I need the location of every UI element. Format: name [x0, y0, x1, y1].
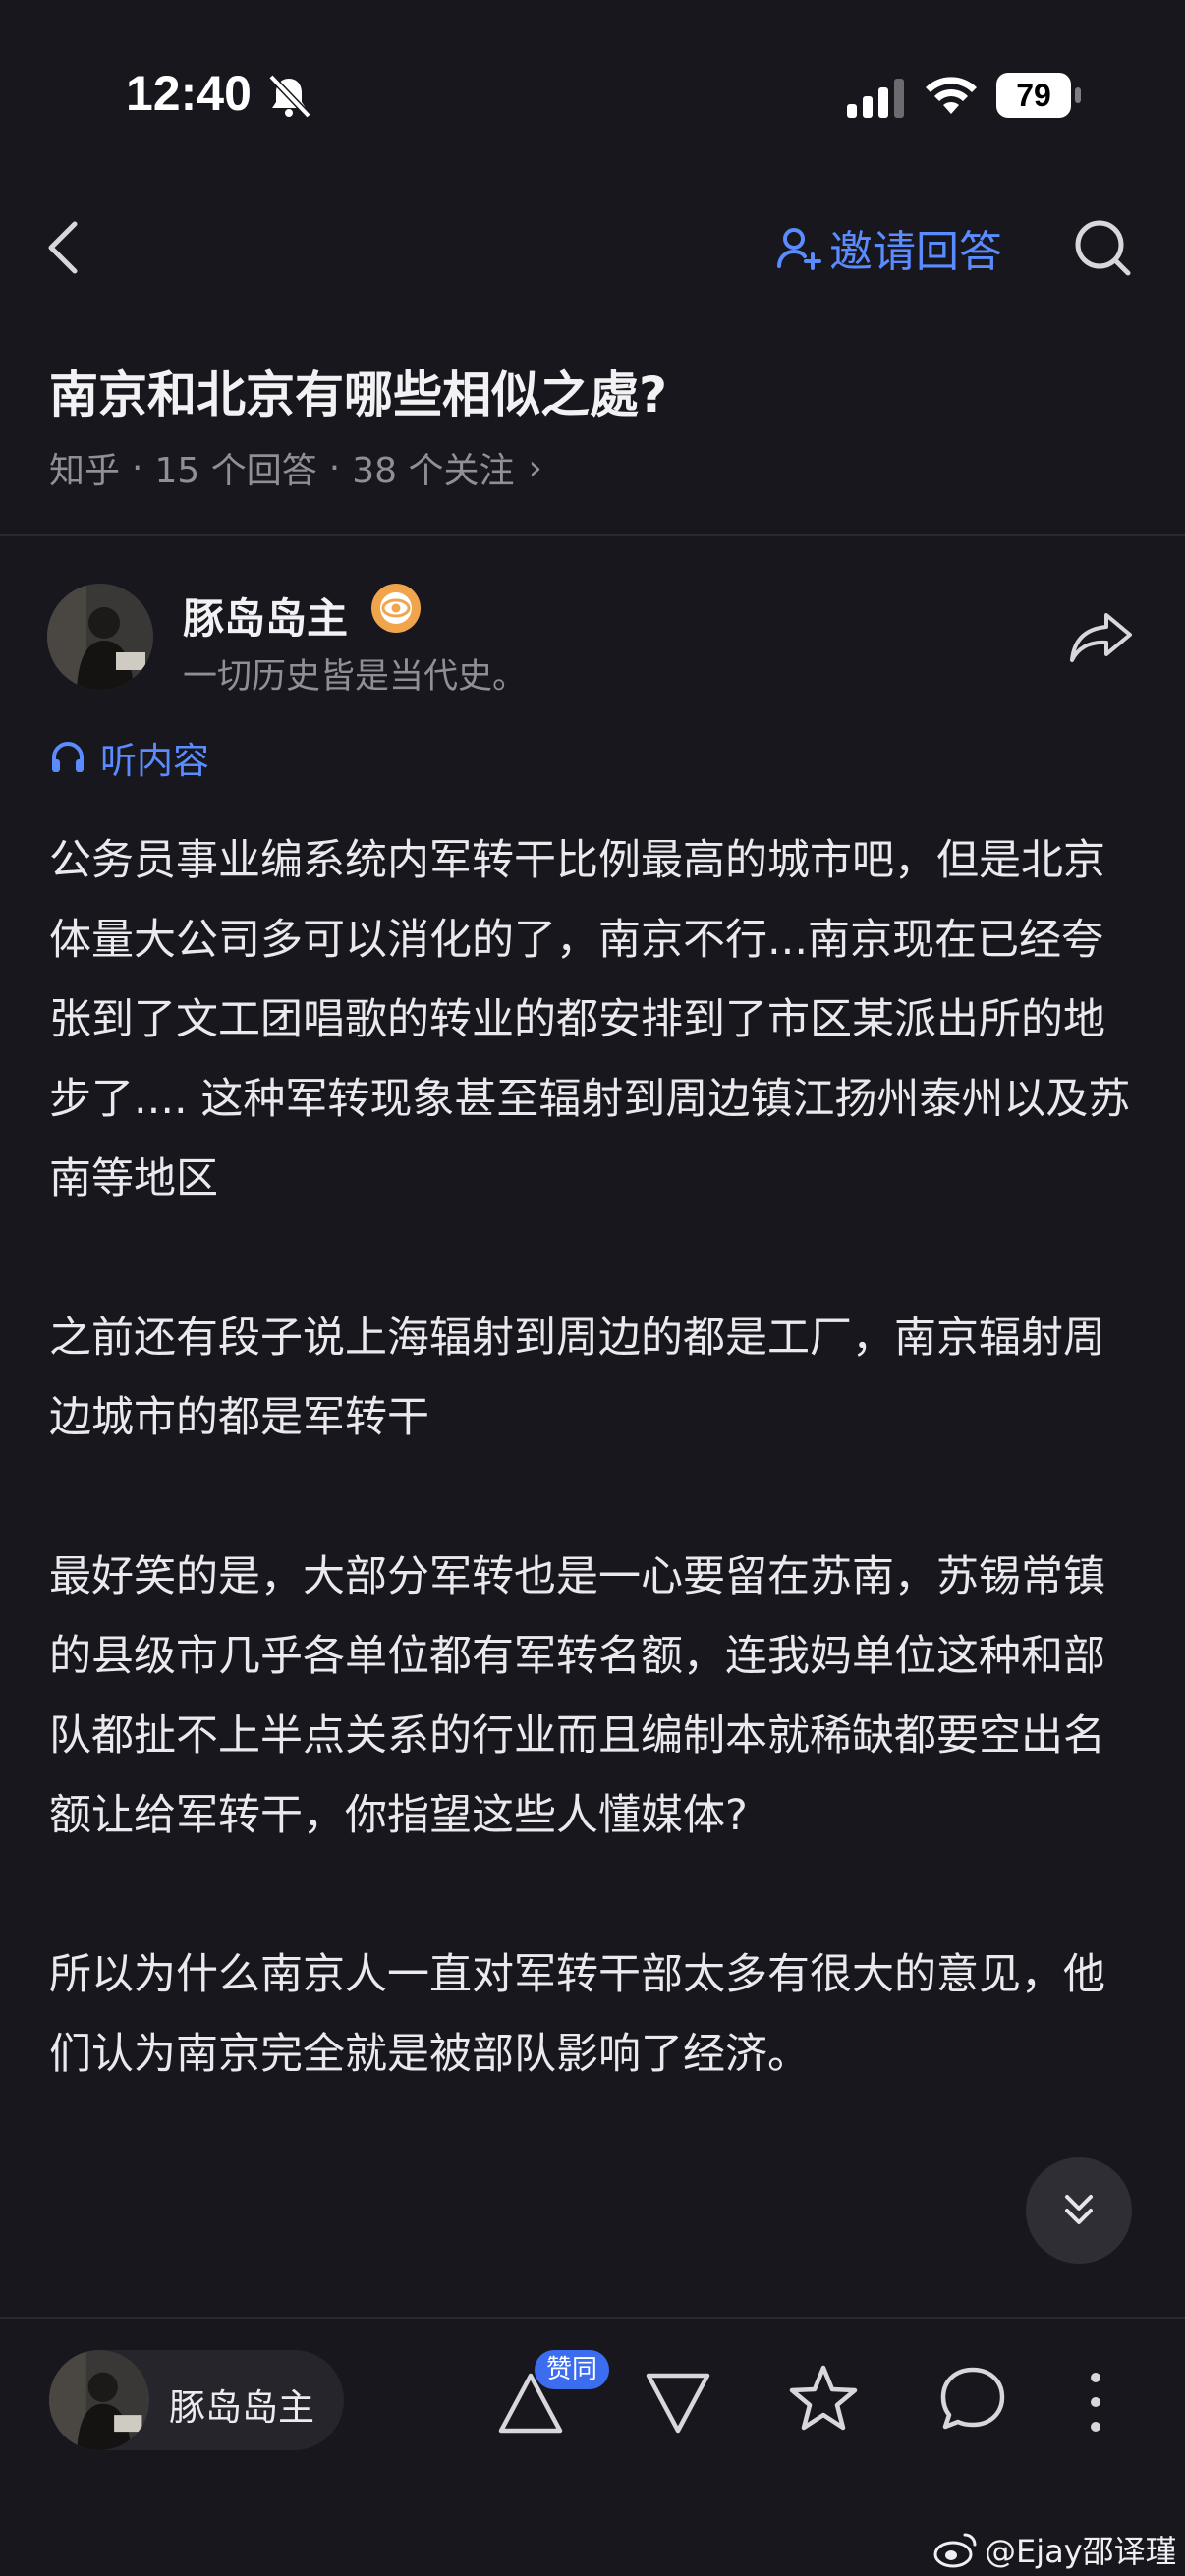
- bell-muted-icon: [268, 74, 311, 119]
- cellular-signal-icon: [847, 79, 904, 118]
- answer-paragraph: 所以为什么南京人一直对军转干部太多有很大的意见，他们认为南京完全就是被部队影响了…: [49, 1950, 1105, 2079]
- person-add-icon: [777, 228, 821, 270]
- answer-paragraph: 最好笑的是，大部分军转也是一心要留在苏南，苏锡常镇的县级市几乎各单位都有军转名额…: [49, 1552, 1105, 1840]
- battery-level: 79: [996, 73, 1071, 118]
- answer-paragraph: 公务员事业编系统内军转干比例最高的城市吧，但是北京体量大公司多可以消化的了，南京…: [49, 836, 1131, 1204]
- invite-label: 邀请回答: [829, 227, 1002, 277]
- question-title[interactable]: 南京和北京有哪些相似之處?: [49, 356, 667, 426]
- answer-content: 公务员事业编系统内军转干比例最高的城市吧，但是北京体量大公司多可以消化的了，南京…: [49, 821, 1140, 2174]
- question-meta[interactable]: 知乎 · 15 个回答 · 38 个关注 ›: [49, 442, 542, 493]
- search-icon[interactable]: [1071, 216, 1134, 279]
- divider: [0, 2317, 1185, 2319]
- listen-label: 听内容: [100, 740, 209, 782]
- invite-answer-button[interactable]: 邀请回答: [776, 218, 1002, 277]
- headphones-icon: [52, 742, 84, 772]
- upvote-badge: 赞同: [535, 2350, 610, 2389]
- wifi-icon: [926, 77, 977, 114]
- more-vertical-icon[interactable]: [1081, 2370, 1110, 2435]
- verified-eye-badge-icon: [371, 584, 421, 633]
- back-arrow-icon[interactable]: [43, 218, 83, 277]
- author-avatar[interactable]: [47, 584, 153, 690]
- watermark: @Ejay邵译瑾: [933, 2527, 1177, 2572]
- share-arrow-icon[interactable]: [1067, 609, 1136, 666]
- chevron-right-icon: ›: [528, 447, 542, 488]
- source-label: 知乎: [49, 451, 121, 491]
- follower-count: 38 个关注: [352, 451, 515, 491]
- weibo-logo-icon: [933, 2533, 977, 2568]
- author-avatar: [49, 2350, 149, 2450]
- listen-button[interactable]: 听内容: [49, 731, 209, 784]
- author-chip[interactable]: 豚岛岛主: [49, 2350, 344, 2450]
- answer-count: 15 个回答: [154, 451, 317, 491]
- author-name[interactable]: 豚岛岛主: [183, 586, 348, 645]
- status-time: 12:40: [126, 66, 252, 121]
- divider: [0, 534, 1185, 536]
- downvote-triangle-icon[interactable]: [643, 2368, 713, 2438]
- chip-author-name: 豚岛岛主: [169, 2386, 314, 2429]
- answer-paragraph: 之前还有段子说上海辐射到周边的都是工厂，南京辐射周边城市的都是军转干: [49, 1314, 1105, 1442]
- battery-indicator: 79: [996, 73, 1081, 118]
- comment-bubble-icon[interactable]: [937, 2364, 1008, 2435]
- scroll-down-button[interactable]: [1026, 2157, 1132, 2264]
- double-chevron-down-icon: [1065, 2195, 1093, 2224]
- watermark-text: @Ejay邵译瑾: [985, 2533, 1177, 2570]
- star-icon[interactable]: [786, 2362, 861, 2436]
- author-bio: 一切历史皆是当代史。: [183, 657, 528, 697]
